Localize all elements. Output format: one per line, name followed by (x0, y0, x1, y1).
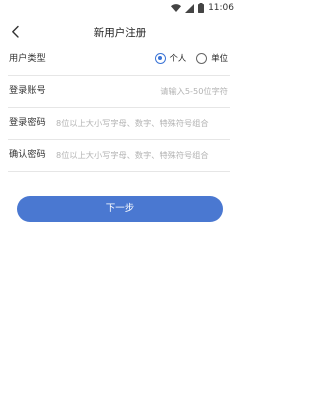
confirm-password-label: 确认密码 (9, 149, 46, 160)
password-input[interactable] (56, 115, 228, 131)
status-bar: 11:06 (0, 0, 240, 16)
user-type-radio-group: 个人 单位 (154, 52, 228, 64)
user-type-option-personal[interactable]: 个人 (154, 52, 187, 64)
radio-unchecked-icon (196, 52, 208, 64)
next-step-button[interactable]: 下一步 (17, 196, 223, 222)
radio-checked-icon (154, 52, 166, 64)
user-type-row: 用户类型 个人 单位 (8, 44, 230, 76)
wifi-icon (171, 4, 182, 12)
account-label: 登录账号 (9, 85, 46, 96)
password-label: 登录密码 (9, 117, 46, 128)
status-icons: 11:06 (171, 2, 234, 14)
page-title: 新用户注册 (93, 27, 147, 39)
confirm-password-input[interactable] (56, 147, 228, 163)
battery-icon (198, 3, 205, 13)
user-type-option-organization[interactable]: 单位 (196, 52, 228, 64)
registration-form: 用户类型 个人 单位 登录账号 登录密码 确认密码 (0, 44, 240, 172)
signal-icon (185, 3, 195, 13)
confirm-password-row: 确认密码 (8, 140, 230, 172)
user-type-option-label: 单位 (211, 53, 228, 63)
user-type-label: 用户类型 (9, 53, 46, 64)
status-time: 11:06 (208, 3, 234, 13)
user-type-option-label: 个人 (169, 53, 187, 63)
account-row: 登录账号 (8, 76, 230, 108)
password-row: 登录密码 (8, 108, 230, 140)
account-input[interactable] (56, 83, 228, 99)
